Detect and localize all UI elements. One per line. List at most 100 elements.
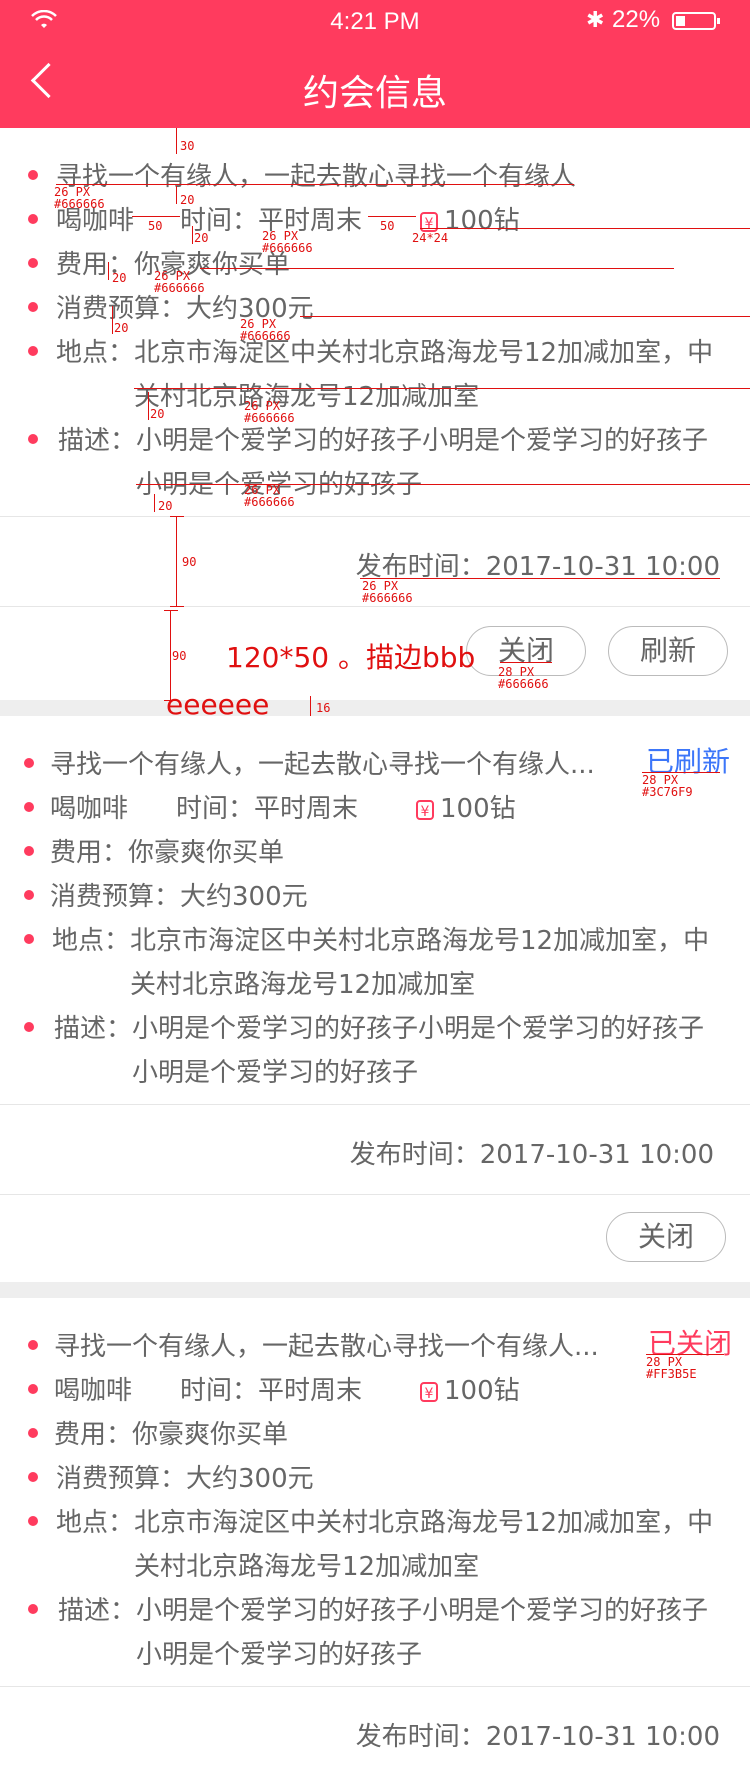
divider — [0, 1104, 750, 1105]
measure-line — [500, 662, 552, 663]
activity-label: 喝咖啡 — [54, 1376, 133, 1406]
bullet-dot — [28, 1516, 38, 1526]
bullet-dot — [28, 1384, 38, 1394]
bullet-dot — [28, 434, 38, 444]
diamond-price: ¥100钻 — [416, 788, 516, 825]
refresh-button[interactable]: 刷新 — [608, 626, 728, 676]
bullet-dot — [28, 346, 38, 356]
color-note: #666666 — [154, 281, 205, 295]
desc-line-1: 描述：小明是个爱学习的好孩子小明是个爱学习的好孩子 — [58, 1596, 709, 1626]
color-note: #FF3B5E — [646, 1367, 697, 1381]
location-line-1: 地点：北京市海淀区中关村北京路海龙号12加减加室，中 — [56, 1508, 714, 1538]
battery-icon — [672, 12, 720, 30]
color-note: #666666 — [262, 241, 313, 255]
spacing-marker — [170, 610, 171, 700]
spacing-marker — [108, 262, 109, 280]
status-bar: 4:21 PM ✱ 22% — [0, 0, 750, 40]
gap-color-note: eeeeee — [166, 688, 270, 721]
measure-line — [420, 228, 750, 229]
spacing-value: 30 — [180, 139, 195, 153]
bullet-dot — [28, 1604, 38, 1614]
card-gap — [0, 1282, 750, 1298]
diamond-price: ¥100钻 — [420, 1370, 520, 1407]
spacing-marker — [310, 696, 311, 716]
location-line-1: 地点：北京市海淀区中关村北京路海龙号12加减加室，中 — [52, 926, 710, 956]
date-card: 寻找一个有缘人，一起去散心寻找一个有缘人 喝咖啡 时间：平时周末 ¥100钻 费… — [0, 128, 750, 708]
color-note: #3C76F9 — [642, 785, 693, 799]
measure-line — [56, 184, 574, 185]
close-button[interactable]: 关闭 — [606, 1212, 726, 1262]
bullet-dot — [24, 846, 34, 856]
measure-line — [134, 388, 750, 389]
color-note: #666666 — [244, 411, 295, 425]
icon-size-note: 24*24 — [412, 231, 449, 245]
diamond-amount: 100钻 — [444, 206, 520, 236]
spacing-marker — [176, 516, 177, 606]
publish-time: 发布时间：2017-10-31 10:00 — [349, 1140, 714, 1170]
divider — [0, 1686, 750, 1687]
measure-line — [136, 484, 750, 485]
diamond-icon: ¥ — [416, 799, 434, 820]
time-label: 时间：平时周末 — [180, 1376, 363, 1406]
bullet-dot — [28, 258, 38, 268]
budget-label: 消费预算：大约300元 — [50, 882, 308, 912]
spacing-marker — [192, 226, 193, 244]
spacing-marker — [176, 186, 177, 204]
location-line-2: 关村北京路海龙号12加减加室 — [134, 382, 480, 412]
measure-line — [132, 216, 180, 217]
desc-line-2: 小明是个爱学习的好孩子 — [136, 1640, 423, 1670]
bullet-dot — [24, 1022, 34, 1032]
battery-percent: 22% — [612, 6, 661, 33]
spacing-value: 16 — [316, 701, 331, 715]
divider — [0, 606, 750, 607]
divider — [0, 1194, 750, 1195]
nav-bar: 4:21 PM ✱ 22% 约会信息 — [0, 0, 750, 128]
button-spec-note: 120*50 。描边bbb — [226, 641, 476, 674]
bullet-dot — [28, 214, 38, 224]
diamond-amount: 100钻 — [444, 1376, 520, 1406]
color-note: #666666 — [498, 677, 549, 691]
color-note: #666666 — [362, 591, 413, 605]
spacing-value: 20 — [150, 407, 165, 421]
card-gap — [0, 700, 750, 716]
diamond-icon: ¥ — [420, 1381, 438, 1402]
page-title: 约会信息 — [302, 73, 447, 114]
measure-line — [360, 578, 720, 579]
card-title: 寻找一个有缘人，一起去散心寻找一个有缘人... — [50, 750, 595, 780]
measure-line — [368, 216, 416, 217]
publish-time: 发布时间：2017-10-31 10:00 — [355, 1722, 720, 1752]
measure-line — [200, 268, 674, 269]
measure-line — [170, 606, 184, 607]
desc-line-2: 小明是个爱学习的好孩子 — [132, 1058, 419, 1088]
diamond-amount: 100钻 — [440, 794, 516, 824]
activity-label: 喝咖啡 — [50, 794, 129, 824]
spacing-marker — [176, 128, 177, 154]
bullet-dot — [24, 934, 34, 944]
budget-label: 消费预算：大约300元 — [56, 1464, 314, 1494]
fee-label: 费用：你豪爽你买单 — [54, 1420, 289, 1450]
time-label: 时间：平时周末 — [176, 794, 359, 824]
measure-line — [164, 610, 178, 611]
spacing-value: 20 — [180, 193, 195, 207]
location-line-1: 地点：北京市海淀区中关村北京路海龙号12加减加室，中 — [56, 338, 714, 368]
spacing-value: 20 — [112, 271, 127, 285]
spacing-marker — [148, 392, 149, 420]
spacing-value: 20 — [114, 321, 129, 335]
spacing-value: 90 — [172, 649, 187, 663]
bullet-dot — [28, 170, 38, 180]
bullet-dot — [28, 302, 38, 312]
spacing-value: 50 — [148, 219, 163, 233]
measure-line — [170, 516, 184, 517]
bullet-dot — [28, 1428, 38, 1438]
card-title: 寻找一个有缘人，一起去散心寻找一个有缘人... — [54, 1332, 599, 1362]
desc-line-1: 描述：小明是个爱学习的好孩子小明是个爱学习的好孩子 — [58, 426, 709, 456]
spacing-marker — [154, 494, 155, 512]
spacing-value: 20 — [194, 231, 209, 245]
spacing-value: 20 — [158, 499, 173, 513]
location-line-2: 关村北京路海龙号12加减加室 — [130, 970, 476, 1000]
bullet-dot — [28, 1472, 38, 1482]
bullet-dot — [28, 1340, 38, 1350]
card-title: 寻找一个有缘人，一起去散心寻找一个有缘人 — [56, 162, 577, 192]
spacing-value: 90 — [182, 555, 197, 569]
date-card: 寻找一个有缘人，一起去散心寻找一个有缘人... 已关闭 喝咖啡 时间：平时周末 … — [0, 1298, 750, 1780]
